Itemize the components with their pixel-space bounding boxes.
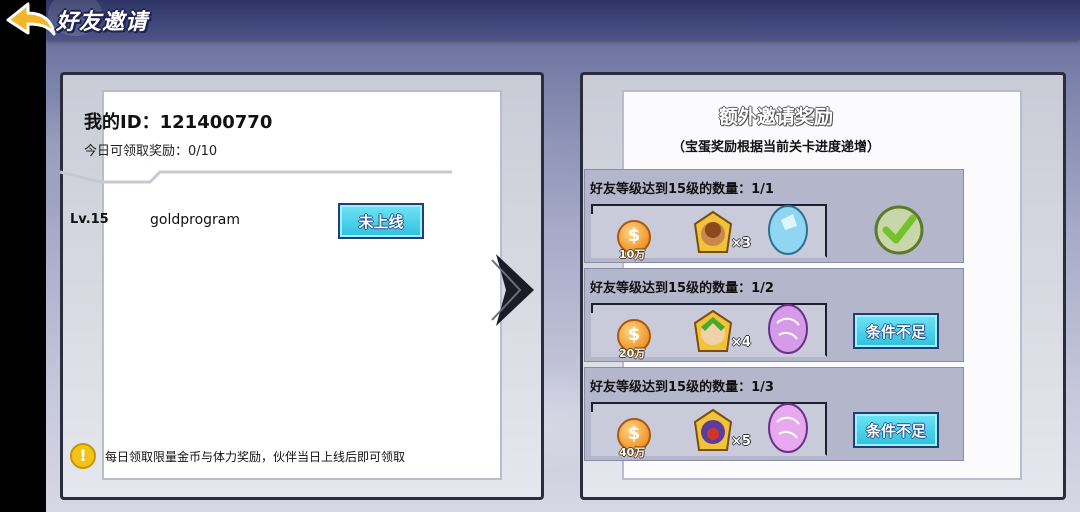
reward-items: $ 20万 ×4 <box>591 303 827 360</box>
coin-amount: 20万 <box>619 347 646 360</box>
section-divider <box>60 170 452 184</box>
hero-portrait-icon <box>693 210 733 253</box>
reward-items: $ 10万 ×3 <box>591 204 827 261</box>
egg-icon <box>768 403 808 453</box>
my-id-label: 我的ID：121400770 <box>84 112 273 133</box>
reward-row: 好友等级达到15级的数量：1/2 $ 20万 ×4 条件不足 <box>584 268 964 362</box>
reward-row: 好友等级达到15级的数量：1/1 $ 10万 ×3 <box>584 169 964 263</box>
egg-icon <box>768 304 808 354</box>
friend-name: goldprogram <box>150 212 240 228</box>
page-title: 好友邀请 <box>56 10 149 35</box>
hero-count: ×5 <box>731 434 751 449</box>
warning-icon: ! <box>70 443 96 469</box>
coin-amount: 40万 <box>619 446 646 459</box>
today-rewards-label: 今日可领取奖励：0/10 <box>84 144 218 159</box>
reward-condition: 好友等级达到15级的数量：1/2 <box>590 281 774 296</box>
top-bar <box>46 0 1080 40</box>
friend-level: Lv.15 <box>70 212 109 227</box>
condition-not-met-button[interactable]: 条件不足 <box>853 412 939 448</box>
completed-check-icon <box>874 205 924 255</box>
coin-amount: 10万 <box>619 248 646 261</box>
hero-portrait-icon <box>693 309 733 352</box>
hero-portrait-icon <box>693 408 733 451</box>
reward-condition: 好友等级达到15级的数量：1/3 <box>590 380 774 395</box>
condition-not-met-button[interactable]: 条件不足 <box>853 313 939 349</box>
friend-status-button[interactable]: 未上线 <box>338 203 424 239</box>
reward-condition: 好友等级达到15级的数量：1/1 <box>590 182 774 197</box>
chevron-right-icon <box>491 254 534 326</box>
reward-items: $ 40万 ×5 <box>591 402 827 459</box>
notice-text: 每日领取限量金币与体力奖励，伙伴当日上线后即可领取 <box>105 450 406 464</box>
hero-count: ×3 <box>731 236 751 251</box>
hero-count: ×4 <box>731 335 751 350</box>
extra-reward-subtitle: （宝蛋奖励根据当前关卡进度递增） <box>671 140 880 155</box>
extra-reward-title: 额外邀请奖励 <box>718 106 833 128</box>
reward-row: 好友等级达到15级的数量：1/3 $ 40万 ×5 条件不足 <box>584 367 964 461</box>
egg-icon <box>768 205 808 255</box>
